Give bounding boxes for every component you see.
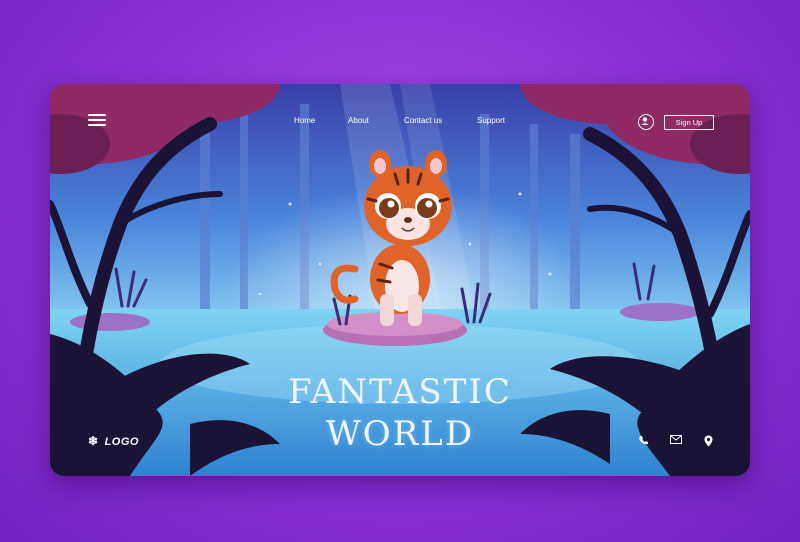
phone-icon[interactable] [638, 435, 649, 449]
nav-link-about[interactable]: About [348, 116, 369, 125]
hamburger-icon[interactable] [88, 113, 106, 127]
hero-title-line1: FANTASTIC [288, 372, 512, 412]
nav-link-home[interactable]: Home [294, 116, 315, 125]
top-navigation: Home About Contact us Support Sign Up [50, 108, 750, 132]
sign-up-button[interactable]: Sign Up [664, 115, 714, 130]
mail-icon[interactable] [670, 435, 682, 447]
nav-link-support[interactable]: Support [477, 116, 505, 125]
nav-link-contact[interactable]: Contact us [404, 116, 442, 125]
user-icon[interactable] [638, 114, 654, 130]
landing-card: Home About Contact us Support Sign Up FA… [50, 84, 750, 476]
logo-text: LOGO [104, 436, 139, 448]
brand-logo[interactable]: ❄ LOGO [88, 434, 139, 448]
location-pin-icon[interactable] [704, 435, 713, 450]
snowflake-icon: ❄ [88, 434, 99, 448]
